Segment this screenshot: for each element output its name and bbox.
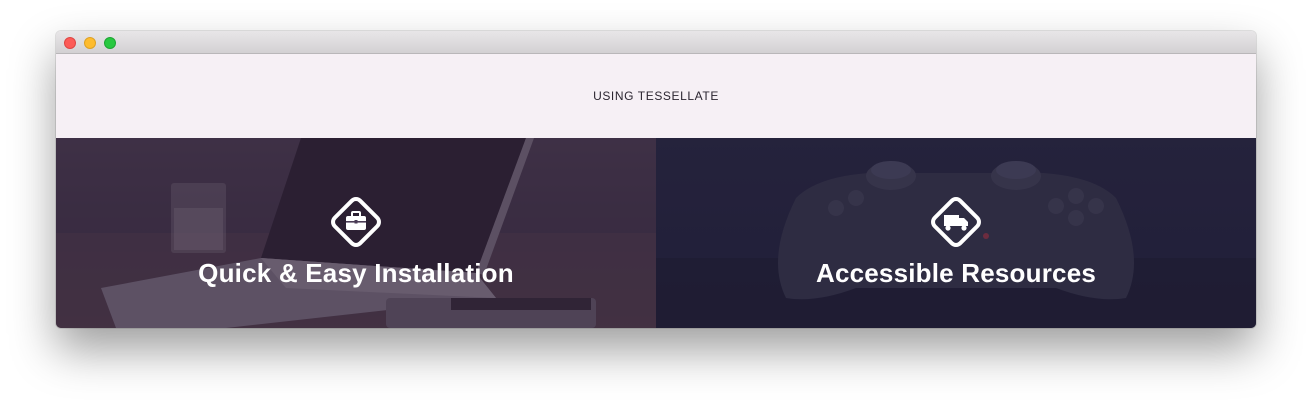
- feature-title: Accessible Resources: [815, 258, 1097, 288]
- section-header: USING TESSELLATE: [56, 54, 1256, 138]
- close-window-button[interactable]: [64, 37, 76, 49]
- minimize-window-button[interactable]: [84, 37, 96, 49]
- browser-window: USING TESSELLATE Quick & Easy Installati…: [56, 31, 1256, 328]
- window-titlebar: [56, 31, 1256, 54]
- truck-icon: [931, 197, 981, 247]
- features-row: Quick & Easy Installation Accessible Res…: [56, 138, 1256, 328]
- briefcase-icon: [331, 197, 381, 247]
- feature-resources: Accessible Resources: [656, 138, 1256, 328]
- section-title: USING TESSELLATE: [593, 89, 719, 103]
- feature-installation: Quick & Easy Installation: [56, 138, 656, 328]
- zoom-window-button[interactable]: [104, 37, 116, 49]
- feature-title: Quick & Easy Installation: [198, 258, 514, 288]
